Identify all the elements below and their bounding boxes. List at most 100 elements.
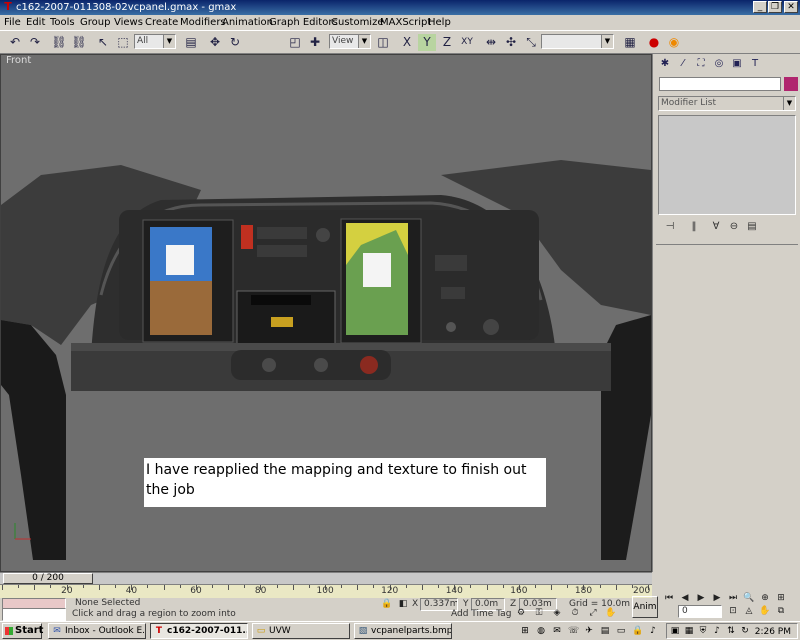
select-by-name-icon[interactable]: ▤ <box>182 34 200 51</box>
note-icon[interactable]: ▤ <box>600 626 610 636</box>
menu-customize[interactable]: Customize <box>331 16 384 29</box>
menu-maxscript[interactable]: MAXScript <box>380 16 431 29</box>
create-tab-icon[interactable]: ✱ <box>657 57 673 71</box>
key-mode-icon[interactable]: ◈ <box>550 607 564 620</box>
arc-rotate-icon[interactable]: ✋ <box>758 605 772 618</box>
rotate-icon[interactable]: ↻ <box>226 34 244 51</box>
show-end-result-icon[interactable]: ‖ <box>686 220 702 234</box>
key-filter-icon[interactable]: ⚙ <box>514 607 528 620</box>
time-config-icon[interactable]: ⏱ <box>568 607 582 620</box>
pin-stack-icon[interactable]: ⊣ <box>662 220 678 234</box>
task-vcpanelparts[interactable]: ▧ vcpanelparts.bmp ... <box>354 623 452 639</box>
plane-icon[interactable]: ✈ <box>584 626 594 636</box>
hierarchy-tab-icon[interactable]: ⛶ <box>693 57 709 71</box>
start-button[interactable]: Start <box>2 623 43 639</box>
front-viewport[interactable]: Front I have reapplied the mapping and t… <box>0 54 652 572</box>
axis-x-icon[interactable]: X <box>398 34 416 51</box>
mirror-icon[interactable]: ⇹ <box>482 34 500 51</box>
undo-icon[interactable]: ↶ <box>6 34 24 51</box>
layers-icon[interactable]: ▦ <box>621 34 639 51</box>
menu-group[interactable]: Group <box>80 16 110 29</box>
menu-create[interactable]: Create <box>145 16 178 29</box>
task-uvw[interactable]: ▭ UVW <box>252 623 350 639</box>
zoom-extents-all-icon[interactable]: ⊞ <box>774 592 788 605</box>
task-outlook[interactable]: ✉ Inbox - Outlook E... <box>48 623 146 639</box>
align-icon[interactable]: ⤡ <box>522 34 540 51</box>
axis-xy-icon[interactable]: XY <box>458 34 476 51</box>
tray-monitor-icon[interactable]: ▦ <box>684 626 694 636</box>
configure-sets-icon[interactable]: ▤ <box>744 220 760 234</box>
pivot-center-icon[interactable]: ◫ <box>374 34 392 51</box>
select-arrow-icon[interactable]: ↖ <box>94 34 112 51</box>
animate-button[interactable]: Anim <box>632 596 658 618</box>
tray-network-icon[interactable]: ⇅ <box>726 626 736 636</box>
volume-icon[interactable]: ♪ <box>648 626 658 636</box>
clock[interactable]: 2:26 PM <box>755 625 791 639</box>
axis-z-icon[interactable]: Z <box>438 34 456 51</box>
previous-frame-icon[interactable]: ◀ <box>678 592 692 605</box>
axis-y-icon[interactable]: Y <box>418 34 436 51</box>
maximize-viewport-icon[interactable]: ⧉ <box>774 605 788 618</box>
move-icon[interactable]: ✥ <box>206 34 224 51</box>
maxscript-input-mini[interactable] <box>2 608 66 621</box>
menu-tools[interactable]: Tools <box>50 16 75 29</box>
selection-filter-dropdown[interactable]: All ▼ <box>134 34 176 49</box>
modify-tab-icon[interactable]: ⁄ <box>675 57 691 71</box>
track-bar[interactable]: 20 40 60 80 100 120 140 160 180 200 <box>0 584 652 598</box>
zoom-all-icon[interactable]: ⊕ <box>758 592 772 605</box>
menu-views[interactable]: Views <box>114 16 143 29</box>
redo-icon[interactable]: ↷ <box>26 34 44 51</box>
lock-icon[interactable]: 🔒 <box>380 598 394 611</box>
tray-speaker-icon[interactable]: ♪ <box>712 626 722 636</box>
zoom-icon[interactable]: 🔍 <box>742 592 756 605</box>
time-slider[interactable]: 0 / 200 <box>0 572 652 584</box>
display-tab-icon[interactable]: ▣ <box>729 57 745 71</box>
utilities-tab-icon[interactable]: T <box>747 57 763 71</box>
scale-icon[interactable]: ◰ <box>286 34 304 51</box>
menu-modifiers[interactable]: Modifiers <box>180 16 226 29</box>
modifier-stack[interactable] <box>658 115 796 215</box>
material-editor-icon[interactable]: ● <box>645 34 663 51</box>
menu-animation[interactable]: Animation <box>222 16 273 29</box>
menu-file[interactable]: File <box>4 16 21 29</box>
modifier-list-dropdown[interactable]: Modifier List ▼ <box>658 96 796 111</box>
remove-modifier-icon[interactable]: ⊖ <box>726 220 742 234</box>
chat-icon[interactable]: ☏ <box>568 626 579 636</box>
time-slider-thumb[interactable]: 0 / 200 <box>3 573 93 584</box>
tray-shield-icon[interactable]: ⛨ <box>698 626 708 636</box>
task-gmax[interactable]: T c162-2007-011... <box>150 623 248 639</box>
go-to-start-icon[interactable]: ⏮ <box>662 592 676 605</box>
menu-help[interactable]: Help <box>428 16 451 29</box>
object-name-field[interactable] <box>659 77 781 91</box>
link-icon[interactable]: ⛓ <box>50 34 68 51</box>
region-select-icon[interactable]: ⬚ <box>114 34 132 51</box>
field-of-view-icon[interactable]: ◬ <box>742 605 756 618</box>
globe-icon[interactable]: ◍ <box>536 626 546 636</box>
lock-icon[interactable]: 🔒 <box>632 626 643 636</box>
render-icon[interactable]: ◉ <box>665 34 683 51</box>
unlink-icon[interactable]: ⛓ <box>70 34 88 51</box>
snap-icon[interactable]: ✚ <box>306 34 324 51</box>
current-frame-field[interactable]: 0 <box>678 605 722 618</box>
make-unique-icon[interactable]: ∀ <box>708 220 724 234</box>
object-color-swatch[interactable] <box>784 77 798 91</box>
tray-update-icon[interactable]: ↻ <box>740 626 750 636</box>
add-time-tag-button[interactable]: Add Time Tag <box>451 608 511 620</box>
network-icon[interactable]: ⊞ <box>520 626 530 636</box>
next-frame-icon[interactable]: ▶ <box>710 592 724 605</box>
menu-edit[interactable]: Edit <box>26 16 45 29</box>
close-button[interactable]: ✕ <box>784 1 798 13</box>
zoom-extents-icon[interactable]: ⤢ <box>586 607 600 620</box>
absolute-mode-icon[interactable]: ◧ <box>396 598 410 611</box>
array-icon[interactable]: ✣ <box>502 34 520 51</box>
motion-tab-icon[interactable]: ◎ <box>711 57 727 71</box>
folder-icon[interactable]: ▭ <box>616 626 626 636</box>
pan-view-icon[interactable]: ✋ <box>604 607 618 620</box>
key-mode-toggle-icon[interactable]: ⊡ <box>726 605 740 618</box>
go-to-end-icon[interactable]: ⏭ <box>726 592 740 605</box>
menu-graph-editors[interactable]: Graph Editors <box>269 16 338 29</box>
maximize-button[interactable]: ❐ <box>768 1 782 13</box>
set-key-icon[interactable]: ⚿ <box>532 607 546 620</box>
gmax-app-icon[interactable]: T <box>2 1 14 13</box>
named-selection-dropdown[interactable]: ▼ <box>541 34 614 49</box>
